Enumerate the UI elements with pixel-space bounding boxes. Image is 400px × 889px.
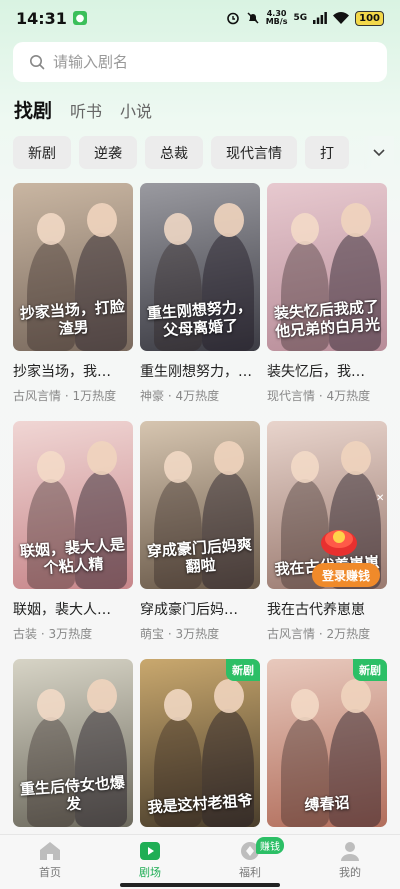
- poster-title-art: 联姻，裴大人是个粘人精: [19, 535, 126, 578]
- poster-title-art: 重生后侍女也爆发: [19, 773, 126, 814]
- earn-badge: 赚钱: [256, 837, 284, 854]
- drama-poster[interactable]: 抄家当场，打脸渣男: [13, 183, 133, 351]
- home-indicator: [120, 883, 280, 887]
- status-bar: 14:31 ● 4.30 MB/s 5G 100: [0, 0, 400, 36]
- nav-label: 我的: [339, 866, 361, 879]
- drama-meta: 现代言情 · 4万热度: [267, 389, 371, 403]
- drama-card[interactable]: 抄家当场，打脸渣男抄家当场，我… 古风言情 · 1万热度: [13, 183, 133, 421]
- poster-figure-head: [291, 451, 319, 483]
- poster-figure-head: [164, 451, 192, 483]
- play-icon: [140, 842, 160, 860]
- status-time: 14:31: [16, 8, 67, 28]
- drama-meta: 神豪 · 4万热度: [140, 389, 220, 403]
- poster-figure-head: [214, 441, 244, 475]
- poster-figure-head: [37, 451, 65, 483]
- poster-figure-head: [291, 689, 319, 721]
- login-earn-button[interactable]: 登录赚钱: [312, 563, 380, 587]
- nav-welfare[interactable]: 福利 赚钱: [200, 835, 300, 889]
- chip-modern-romance[interactable]: 现代言情: [211, 136, 297, 169]
- search-input[interactable]: [53, 53, 353, 71]
- chevron-down-icon: [373, 148, 385, 156]
- drama-title[interactable]: 我在古代养崽崽: [267, 599, 387, 619]
- mute-icon: [247, 12, 259, 24]
- drama-poster[interactable]: 穿成豪门后妈爽翻啦: [140, 421, 260, 589]
- drama-poster[interactable]: 联姻，裴大人是个粘人精: [13, 421, 133, 589]
- drama-card[interactable]: 装失忆后我成了他兄弟的白月光装失忆后，我… 现代言情 · 4万热度: [267, 183, 387, 421]
- nav-theater[interactable]: 剧场: [100, 835, 200, 889]
- drama-title[interactable]: 抄家当场，我…: [13, 361, 133, 381]
- gift-icon[interactable]: [316, 515, 362, 561]
- drama-card[interactable]: 重生刚想努力，父母离婚了重生刚想努力，… 神豪 · 4万热度: [140, 183, 260, 421]
- alarm-icon: [226, 12, 239, 25]
- poster-figure-head: [87, 679, 117, 713]
- home-icon: [40, 842, 60, 860]
- expand-chips-button[interactable]: [364, 136, 394, 169]
- bottom-nav: 首页 剧场 福利 赚钱 我的: [0, 834, 400, 889]
- nav-profile[interactable]: 我的: [300, 835, 400, 889]
- poster-figure-head: [341, 203, 371, 237]
- chip-ceo[interactable]: 总裁: [145, 136, 203, 169]
- tab-find-drama[interactable]: 找剧: [14, 96, 52, 123]
- profile-icon: [341, 842, 359, 861]
- poster-figure-head: [214, 203, 244, 237]
- drama-poster[interactable]: 缚春诏 新剧: [267, 659, 387, 827]
- drama-title[interactable]: 装失忆后，我…: [267, 361, 387, 381]
- drama-card[interactable]: 联姻，裴大人是个粘人精联姻，裴大人… 古装 · 3万热度: [13, 421, 133, 659]
- chip-new[interactable]: 新剧: [13, 136, 71, 169]
- poster-title-art: 穿成豪门后妈爽翻啦: [146, 535, 253, 577]
- new-badge: 新剧: [226, 659, 260, 681]
- drama-meta: 古装 · 3万热度: [13, 627, 93, 641]
- drama-meta: 古风言情 · 2万热度: [267, 627, 371, 641]
- tab-novels[interactable]: 小说: [120, 98, 152, 122]
- poster-title-art: 装失忆后我成了他兄弟的白月光: [273, 297, 381, 341]
- drama-poster[interactable]: 装失忆后我成了他兄弟的白月光: [267, 183, 387, 351]
- net-speed-unit: MB/s: [265, 17, 288, 26]
- net-speed: 4.30 MB/s: [266, 10, 288, 26]
- new-badge: 新剧: [353, 659, 387, 681]
- category-tabs: 找剧 听书 小说: [14, 96, 152, 123]
- search-icon: [30, 55, 45, 70]
- nav-label: 福利: [239, 866, 261, 879]
- status-icons: 4.30 MB/s 5G 100: [226, 10, 384, 26]
- app-notification-icon: ●: [72, 11, 87, 25]
- poster-figure-head: [214, 679, 244, 713]
- drama-poster[interactable]: 重生刚想努力，父母离婚了: [140, 183, 260, 351]
- chip-partial[interactable]: 打: [305, 136, 349, 169]
- battery-indicator: 100: [355, 10, 384, 26]
- genre-chips: 新剧 逆袭 总裁 现代言情 打: [13, 136, 363, 170]
- drama-title[interactable]: 穿成豪门后妈…: [140, 599, 260, 619]
- poster-figure-head: [164, 689, 192, 721]
- poster-figure-head: [87, 441, 117, 475]
- search-bar[interactable]: [13, 42, 387, 82]
- nav-label: 剧场: [139, 866, 161, 879]
- poster-figure-head: [291, 213, 319, 245]
- nav-label: 首页: [39, 866, 61, 879]
- drama-meta: 萌宝 · 3万热度: [140, 627, 220, 641]
- nav-home[interactable]: 首页: [0, 835, 100, 889]
- poster-figure-head: [341, 441, 371, 475]
- signal-icon: [313, 12, 328, 24]
- drama-poster[interactable]: 重生后侍女也爆发: [13, 659, 133, 827]
- poster-figure-head: [37, 689, 65, 721]
- poster-title-art: 抄家当场，打脸渣男: [19, 297, 126, 339]
- signal-type: 5G: [293, 13, 308, 23]
- wifi-icon: [333, 12, 350, 24]
- drama-card[interactable]: 穿成豪门后妈爽翻啦穿成豪门后妈… 萌宝 · 3万热度: [140, 421, 260, 659]
- drama-meta: 古风言情 · 1万热度: [13, 389, 117, 403]
- poster-title-art: 重生刚想努力，父母离婚了: [146, 297, 253, 340]
- chip-comeback[interactable]: 逆袭: [79, 136, 137, 169]
- drama-title[interactable]: 重生刚想努力，…: [140, 361, 260, 381]
- poster-figure-head: [87, 203, 117, 237]
- poster-figure-head: [164, 213, 192, 245]
- poster-figure-head: [37, 213, 65, 245]
- tab-audiobooks[interactable]: 听书: [70, 98, 102, 122]
- poster-figure-head: [341, 679, 371, 713]
- drama-title[interactable]: 联姻，裴大人…: [13, 599, 133, 619]
- close-icon[interactable]: ✕: [376, 493, 384, 504]
- drama-poster[interactable]: 我是这村老祖爷 新剧: [140, 659, 260, 827]
